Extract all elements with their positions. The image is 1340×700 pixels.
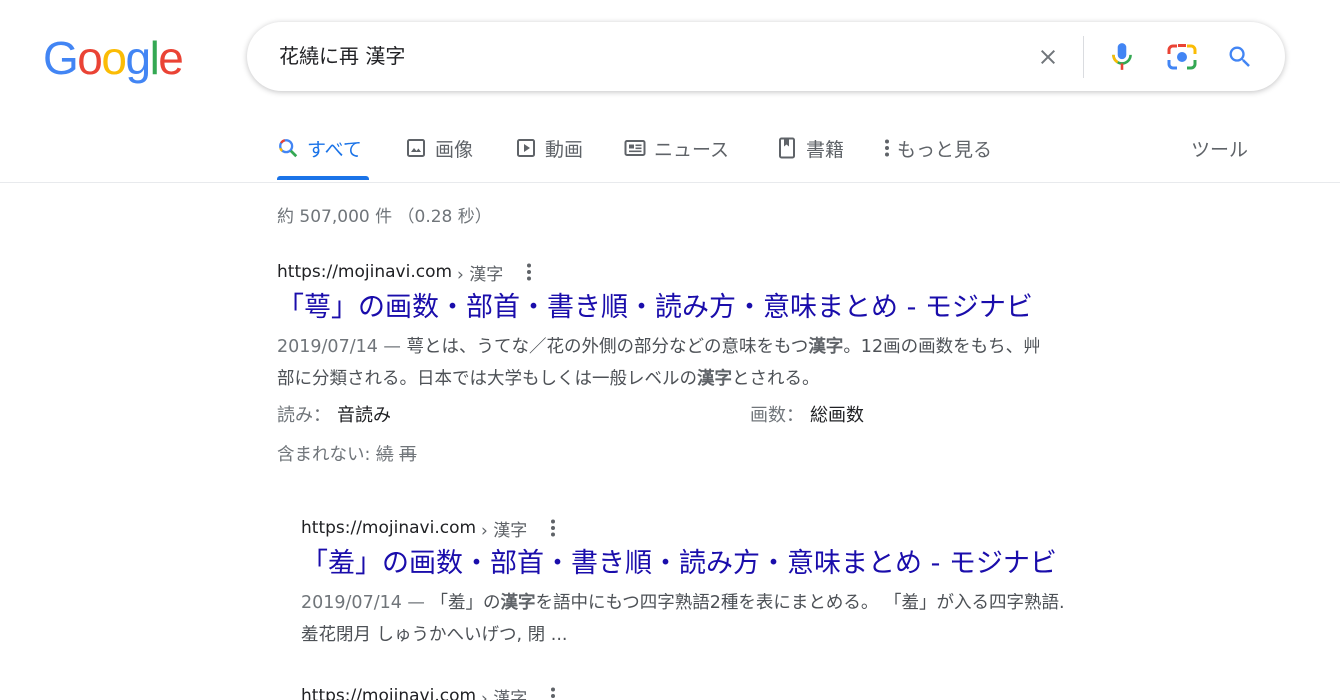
more-options-icon[interactable] bbox=[541, 684, 565, 700]
snippet-text: とされる。 bbox=[732, 369, 820, 389]
tab-images[interactable]: 画像 bbox=[405, 130, 473, 182]
snippet-text: 。12画の画数をもち、艸 bbox=[843, 337, 1041, 357]
tools-button[interactable]: ツール bbox=[1191, 135, 1248, 162]
result-breadcrumb: › 漢字 bbox=[481, 688, 528, 700]
search-result: https://mojinavi.com › 漢字 「萼」の画数・部首・書き順・… bbox=[277, 260, 1177, 466]
snippet-text: を語中にもつ四字熟語2種を表にまとめる。 「羞」が入る四字熟語. bbox=[535, 593, 1065, 613]
result-breadcrumb: › 漢字 bbox=[481, 520, 528, 541]
result-title-link[interactable]: 「羞」の画数・部首・書き順・読み方・意味まとめ - モジナビ bbox=[301, 546, 1201, 582]
result-cite[interactable]: https://mojinavi.com › 漢字 bbox=[301, 516, 1201, 541]
more-options-icon[interactable] bbox=[541, 516, 565, 540]
attribute-value[interactable]: 総画数 bbox=[810, 405, 864, 426]
tab-all[interactable]: すべて bbox=[277, 130, 362, 182]
result-date: 2019/07/14 — bbox=[277, 337, 401, 357]
book-icon bbox=[776, 137, 798, 159]
attribute-key: 画数： bbox=[750, 405, 804, 426]
result-snippet: 2019/07/14 — 「羞」の漢字を語中にもつ四字熟語2種を表にまとめる。 … bbox=[301, 587, 1201, 651]
result-cite[interactable]: https://mojinavi.com › 漢字 bbox=[301, 684, 565, 700]
logo-letter-o2: o bbox=[101, 32, 127, 84]
attribute-strokes: 画数： 総画数 bbox=[750, 401, 864, 427]
snippet-text: 部に分類される。日本では大学もしくは一般レベルの bbox=[277, 369, 697, 389]
result-date: 2019/07/14 — bbox=[301, 593, 425, 613]
search-icon bbox=[277, 137, 299, 159]
result-url: https://mojinavi.com bbox=[277, 262, 453, 282]
search-box[interactable] bbox=[247, 22, 1285, 91]
tab-more[interactable]: もっと見る bbox=[881, 130, 992, 182]
more-options-icon[interactable] bbox=[517, 260, 541, 284]
snippet-line: 部に分類される。日本では大学もしくは一般レベルの漢字とされる。 bbox=[277, 363, 1177, 395]
header-divider bbox=[0, 182, 1340, 183]
tab-books[interactable]: 書籍 bbox=[776, 130, 844, 182]
more-vert-icon bbox=[881, 137, 893, 159]
missing-label: 含まれない: bbox=[277, 445, 371, 465]
attribute-value[interactable]: 音読み bbox=[337, 405, 391, 426]
result-attributes: 読み： 音読み 画数： 総画数 bbox=[277, 401, 1177, 435]
missing-term: 繞 bbox=[375, 445, 394, 465]
tab-more-label: もっと見る bbox=[897, 139, 993, 161]
snippet-highlight: 漢字 bbox=[697, 369, 732, 389]
tab-videos-label: 動画 bbox=[545, 139, 584, 161]
news-icon bbox=[624, 137, 646, 159]
snippet-highlight: 漢字 bbox=[500, 593, 536, 613]
result-snippet: 2019/07/14 — 萼とは、うてな／花の外側の部分などの意味をもつ漢字。1… bbox=[277, 331, 1177, 395]
tab-all-label: すべて bbox=[307, 139, 362, 161]
search-box-divider bbox=[1083, 36, 1084, 78]
tab-books-label: 書籍 bbox=[806, 139, 845, 161]
logo-letter-o1: o bbox=[77, 32, 103, 84]
logo-letter-g2: g bbox=[125, 32, 151, 84]
video-icon bbox=[515, 137, 537, 159]
result-url: https://mojinavi.com bbox=[301, 518, 477, 538]
google-logo[interactable]: Google bbox=[43, 32, 184, 84]
search-input[interactable] bbox=[279, 22, 979, 91]
search-result: https://mojinavi.com › 漢字 bbox=[301, 684, 565, 700]
snippet-text: 「羞」の bbox=[424, 593, 501, 613]
search-icon[interactable] bbox=[1221, 38, 1259, 76]
result-url: https://mojinavi.com bbox=[301, 686, 477, 700]
tab-news[interactable]: ニュース bbox=[624, 130, 729, 182]
search-result: https://mojinavi.com › 漢字 「羞」の画数・部首・書き順・… bbox=[301, 516, 1201, 651]
close-icon[interactable] bbox=[1029, 38, 1067, 76]
logo-letter-g: G bbox=[43, 32, 79, 84]
missing-term: 再 bbox=[399, 445, 417, 465]
attribute-key: 読み： bbox=[277, 405, 331, 426]
result-stats: 約 507,000 件 （0.28 秒） bbox=[277, 207, 492, 227]
result-cite[interactable]: https://mojinavi.com › 漢字 bbox=[277, 260, 1177, 285]
logo-letter-e: e bbox=[158, 32, 184, 84]
image-icon bbox=[405, 137, 427, 159]
snippet-line: 羞花閉月 しゅうかへいげつ, 閉 ... bbox=[301, 625, 568, 645]
snippet-line: 2019/07/14 — 「羞」の漢字を語中にもつ四字熟語2種を表にまとめる。 … bbox=[301, 587, 1201, 619]
active-tab-indicator bbox=[277, 176, 369, 180]
missing-terms: 含まれない: 繞 再 bbox=[277, 441, 1177, 466]
camera-lens-icon[interactable] bbox=[1163, 38, 1201, 76]
microphone-icon[interactable] bbox=[1103, 38, 1141, 76]
snippet-text: 萼とは、うてな／花の外側の部分などの意味をもつ bbox=[400, 337, 809, 357]
snippet-line: 2019/07/14 — 萼とは、うてな／花の外側の部分などの意味をもつ漢字。1… bbox=[277, 331, 1177, 363]
result-breadcrumb: › 漢字 bbox=[457, 264, 504, 285]
tab-images-label: 画像 bbox=[435, 139, 474, 161]
result-title-link[interactable]: 「萼」の画数・部首・書き順・読み方・意味まとめ - モジナビ bbox=[277, 290, 1177, 326]
search-results-page: Google 花繞に再 漢字 すべて 画像 動画 ニュース 書籍 もっと見る ツ… bbox=[0, 0, 1340, 700]
attribute-reading: 読み： 音読み bbox=[277, 401, 391, 427]
logo-letter-l: l bbox=[149, 32, 160, 84]
snippet-highlight: 漢字 bbox=[808, 337, 844, 357]
tab-news-label: ニュース bbox=[654, 139, 730, 161]
tab-videos[interactable]: 動画 bbox=[515, 130, 583, 182]
